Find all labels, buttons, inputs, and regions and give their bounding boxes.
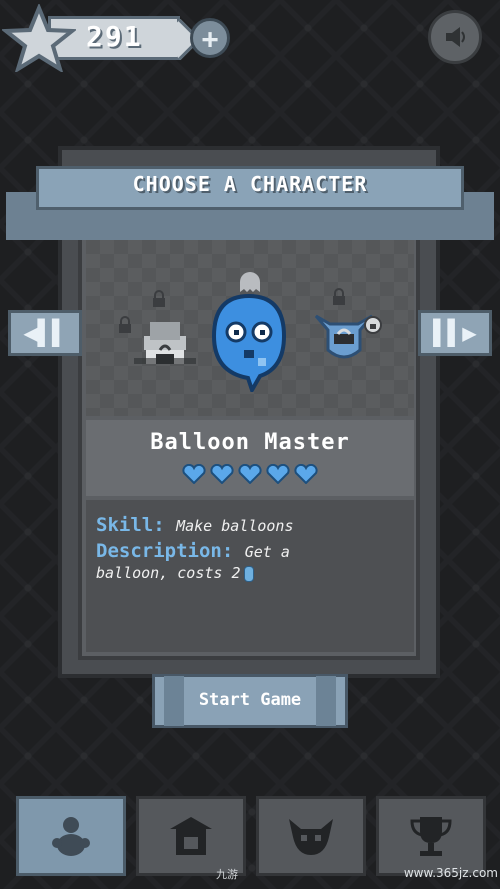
- description-text-1: Get a: [244, 543, 290, 561]
- character-name: Balloon Master: [150, 430, 350, 455]
- sound-button[interactable]: [428, 10, 482, 64]
- add-currency-button[interactable]: +: [190, 18, 230, 58]
- start-game-label[interactable]: Start Game: [152, 690, 348, 710]
- chevron-right-icon: ▌▌▶: [433, 319, 477, 347]
- lock-icon: [153, 290, 165, 307]
- plus-icon: +: [201, 21, 219, 55]
- balloon-master-character[interactable]: [208, 292, 290, 392]
- heart-icon: [266, 464, 290, 484]
- locked-character-left[interactable]: [134, 318, 196, 374]
- star-icon: [2, 4, 76, 72]
- heart-icon: [294, 464, 318, 484]
- heart-icon: [238, 464, 262, 484]
- description-text-2: balloon, costs 2: [96, 564, 241, 582]
- score-value: 291: [86, 20, 143, 53]
- previous-character-button[interactable]: ◀▌▌: [8, 310, 82, 356]
- gem-icon: [243, 565, 254, 582]
- heart-icon: [182, 464, 206, 484]
- trophy-icon: [410, 817, 452, 856]
- mini-ghost-icon: [240, 272, 260, 292]
- description-line: Description: Get a: [96, 540, 406, 562]
- nav-trophies-button[interactable]: [376, 796, 486, 876]
- panel-title: CHOOSE A CHARACTER: [132, 172, 368, 196]
- lock-icon: [333, 288, 345, 305]
- watermark-left: 九游: [216, 868, 238, 881]
- nav-shop-button[interactable]: [136, 796, 246, 876]
- skill-label: Skill:: [96, 514, 165, 536]
- shop-icon: [170, 817, 212, 855]
- description-label: Description:: [96, 540, 234, 562]
- next-character-button[interactable]: ▌▌▶: [418, 310, 492, 356]
- skill-value: Make balloons: [176, 517, 294, 535]
- skill-line: Skill: Make balloons: [96, 514, 406, 536]
- heart-icon: [210, 464, 234, 484]
- characters-icon: [52, 817, 90, 856]
- description-line-2: balloon, costs 2: [96, 564, 406, 582]
- lock-icon: [119, 316, 131, 333]
- lock-icon: [364, 316, 382, 334]
- chevron-left-icon: ◀▌▌: [23, 319, 67, 347]
- sound-icon: [446, 27, 465, 47]
- health-hearts: [86, 464, 414, 484]
- nav-characters-button[interactable]: [16, 796, 126, 876]
- nav-monsters-button[interactable]: [256, 796, 366, 876]
- locked-character-right[interactable]: [312, 306, 376, 362]
- watermark-right: www.365jz.com: [403, 866, 498, 880]
- monster-icon: [289, 819, 333, 855]
